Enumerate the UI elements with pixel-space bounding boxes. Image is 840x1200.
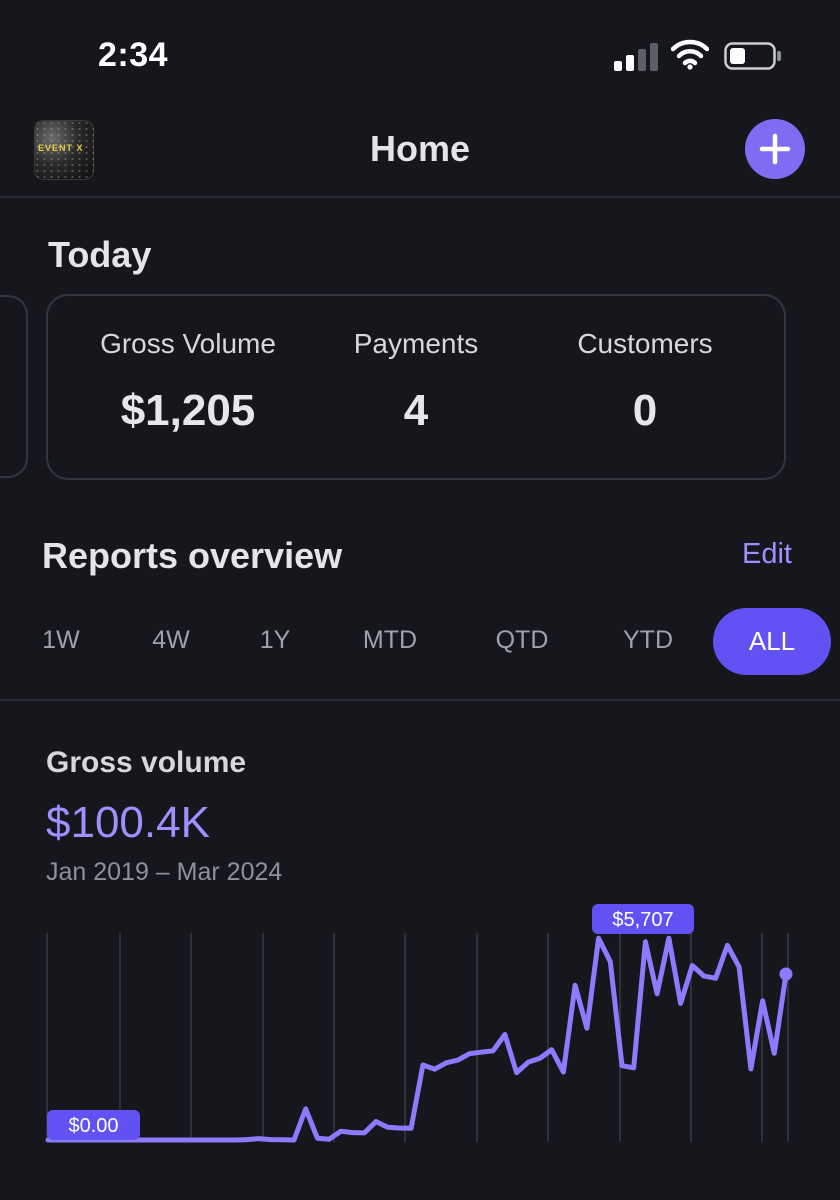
range-tab-qtd[interactable]: QTD xyxy=(482,626,562,655)
range-tab-all[interactable]: ALL xyxy=(713,608,831,675)
reports-overview-title: Reports overview xyxy=(42,535,343,576)
cellular-signal-icon xyxy=(614,41,658,71)
range-tab-1w[interactable]: 1W xyxy=(30,626,92,655)
chart-title: Gross volume xyxy=(46,746,247,779)
max-value-label: $5,707 xyxy=(612,909,673,931)
range-tab-4w[interactable]: 4W xyxy=(140,626,202,655)
add-button[interactable] xyxy=(745,119,805,179)
edit-reports-link[interactable]: Edit xyxy=(742,538,792,571)
status-time: 2:34 xyxy=(98,36,169,74)
header-divider xyxy=(0,196,840,198)
metric-label: Payments xyxy=(353,328,479,359)
range-tab-ytd[interactable]: YTD xyxy=(608,626,688,655)
min-value-label: $0.00 xyxy=(68,1115,118,1137)
customers-metric: Customers 0 xyxy=(530,328,760,436)
payments-metric: Payments 4 xyxy=(301,328,531,436)
gross-volume-chart[interactable]: $0.00 $5,707 xyxy=(0,900,840,1190)
gross-volume-metric: Gross Volume $1,205 xyxy=(73,328,303,436)
range-tab-1y[interactable]: 1Y xyxy=(244,626,306,655)
range-tab-mtd[interactable]: MTD xyxy=(350,626,430,655)
wifi-icon xyxy=(671,39,709,70)
page-title: Home xyxy=(369,128,471,169)
chart-total-value: $100.4K xyxy=(46,798,210,847)
previous-card-edge[interactable] xyxy=(0,295,28,478)
chart-series-line xyxy=(45,935,789,1143)
chart-date-range: Jan 2019 – Mar 2024 xyxy=(46,858,283,886)
metric-value: $1,205 xyxy=(120,386,256,435)
plus-icon xyxy=(759,133,791,165)
metric-label: Customers xyxy=(577,328,713,359)
reports-divider xyxy=(0,699,840,701)
today-summary-card[interactable]: Gross Volume $1,205 Payments 4 Customers… xyxy=(46,294,786,480)
chart-endpoint xyxy=(779,967,793,981)
today-title: Today xyxy=(48,234,152,275)
metric-value: 4 xyxy=(403,386,429,435)
battery-icon xyxy=(724,42,781,70)
metric-label: Gross Volume xyxy=(100,328,276,359)
metric-value: 0 xyxy=(632,386,658,435)
